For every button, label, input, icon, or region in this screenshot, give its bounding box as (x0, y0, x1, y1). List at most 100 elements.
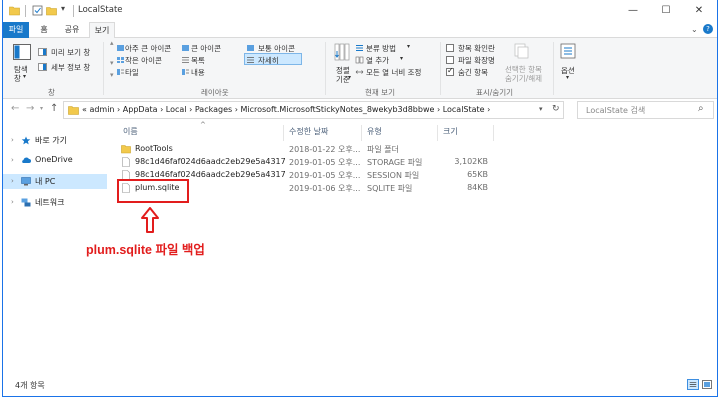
chevron-down-icon[interactable]: ▾ (23, 73, 26, 80)
forward-arrow-icon[interactable]: → (26, 103, 34, 114)
up-arrow-icon[interactable]: ↑ (50, 103, 58, 114)
network-icon (21, 198, 31, 207)
nav-item-onedrive[interactable]: › OneDrive (3, 153, 107, 168)
recent-locations-icon[interactable]: ▾ (40, 105, 43, 112)
tab-home[interactable]: 홈 (33, 22, 55, 38)
details-pane-icon[interactable] (38, 63, 47, 71)
tiles-icon (117, 69, 124, 75)
hidden-items-label[interactable]: 숨긴 항목 (458, 67, 488, 78)
star-icon (21, 136, 31, 145)
layout-large-icons[interactable]: 큰 아이콘 (191, 43, 221, 54)
navigation-bar: ← → ▾ ↑ « admin › AppData › Local › Pack… (3, 99, 717, 121)
column-header-type[interactable]: 유형 (367, 126, 382, 140)
file-name[interactable]: 98c1d46faf024d6aadc2eb29e5a4317c.s... (135, 157, 285, 166)
chevron-down-icon[interactable]: ⌄ (691, 25, 698, 34)
column-separator[interactable] (437, 125, 438, 141)
tab-share[interactable]: 공유 (59, 22, 85, 38)
layout-list[interactable]: 목록 (191, 55, 205, 66)
navigation-pane-icon[interactable] (13, 44, 31, 60)
close-button[interactable]: ✕ (683, 0, 715, 22)
scroll-up-icon[interactable]: ▴ (110, 39, 114, 47)
extra-large-icons-icon (117, 45, 124, 51)
new-folder-icon[interactable] (46, 5, 57, 16)
options-icon[interactable] (560, 43, 578, 61)
nav-item-quick-access[interactable]: › 바로 가기 (3, 133, 107, 148)
chevron-right-icon[interactable]: › (11, 136, 14, 144)
add-columns-button[interactable]: 열 추가 (366, 55, 389, 66)
layout-tiles[interactable]: 타일 (125, 67, 139, 78)
item-count: 4개 항목 (15, 381, 45, 390)
address-bar[interactable]: « admin › AppData › Local › Packages › M… (63, 101, 564, 119)
file-name[interactable]: RootTools (135, 144, 285, 153)
refresh-icon[interactable]: ↻ (552, 104, 560, 114)
nav-item-label: 내 PC (35, 177, 56, 186)
ribbon-separator (440, 42, 441, 95)
maximize-button[interactable]: ☐ (650, 0, 682, 22)
details-pane-label[interactable]: 세부 정보 창 (51, 62, 90, 73)
preview-pane-label[interactable]: 미리 보기 창 (51, 47, 90, 58)
column-header-name[interactable]: 이름 (123, 126, 138, 140)
chevron-down-icon[interactable]: ▾ (407, 43, 410, 50)
up-arrow-icon (141, 207, 159, 233)
chevron-right-icon[interactable]: › (11, 177, 14, 185)
column-header-date[interactable]: 수정한 날짜 (289, 126, 328, 140)
folder-icon (121, 145, 131, 154)
column-separator[interactable] (493, 125, 494, 141)
chevron-down-icon[interactable]: ▾ (400, 55, 403, 62)
item-checkboxes-checkbox[interactable] (446, 44, 454, 52)
layout-extra-large-icons[interactable]: 아주 큰 아이콘 (125, 43, 171, 54)
nav-item-this-pc[interactable]: › 내 PC (3, 174, 107, 189)
scroll-down-icon[interactable]: ▾ (110, 59, 114, 67)
details-view-icon[interactable] (687, 379, 699, 390)
chevron-down-icon[interactable]: ▾ (348, 74, 351, 81)
sort-by-icon[interactable] (334, 43, 350, 61)
file-size: 3,102KB (454, 157, 488, 166)
content-icon (182, 69, 189, 75)
size-all-columns-button[interactable]: 모든 열 너비 조정 (366, 67, 421, 78)
layout-details[interactable]: 자세히 (258, 55, 279, 66)
column-header-size[interactable]: 크기 (443, 126, 458, 140)
chevron-right-icon[interactable]: › (11, 198, 14, 206)
tab-view[interactable]: 보기 (89, 22, 115, 39)
column-separator[interactable] (361, 125, 362, 141)
hidden-items-checkbox[interactable] (446, 66, 454, 76)
tab-file[interactable]: 파일 (3, 22, 29, 38)
large-icons-view-icon[interactable] (701, 379, 713, 390)
breadcrumb[interactable]: « admin › AppData › Local › Packages › M… (82, 105, 490, 114)
nav-item-label: OneDrive (35, 155, 73, 164)
minimize-button[interactable]: — (617, 0, 649, 22)
hide-selected-label-2[interactable]: 숨기기/해제 (505, 73, 542, 84)
preview-pane-icon[interactable] (38, 48, 47, 56)
search-box[interactable]: LocalState 검색 ⌕ (577, 101, 714, 119)
highlight-box (117, 179, 189, 203)
layout-content[interactable]: 내용 (191, 67, 205, 78)
folder-icon (68, 106, 79, 115)
chevron-down-icon[interactable]: ▾ (566, 74, 569, 81)
column-separator[interactable] (283, 125, 284, 141)
small-icons-icon (117, 57, 124, 63)
file-extensions-label[interactable]: 파일 확장명 (458, 55, 495, 66)
help-icon[interactable]: ? (703, 24, 713, 34)
navigation-pane-label-2[interactable]: 창 (14, 73, 21, 84)
search-placeholder[interactable]: LocalState 검색 (586, 105, 645, 116)
chevron-down-icon[interactable]: ▾ (539, 105, 543, 113)
hide-selected-icon[interactable] (513, 43, 529, 59)
properties-icon[interactable] (32, 5, 43, 16)
chevron-right-icon[interactable]: › (11, 156, 14, 164)
group-by-button[interactable]: 분류 방법 (366, 43, 396, 54)
table-row[interactable]: RootTools 2018-01-22 오후... 파일 폴더 (117, 143, 497, 156)
layout-small-icons[interactable]: 작은 아이콘 (125, 55, 162, 66)
file-extensions-checkbox[interactable] (446, 56, 454, 64)
folder-icon[interactable] (9, 5, 20, 16)
file-date: 2019-01-06 오후... (289, 184, 361, 193)
quick-access-dropdown-icon[interactable]: ▾ (61, 4, 65, 13)
ribbon-view: 탐색 창 ▾ 미리 보기 창 세부 정보 창 창 ▴ ▾ ▾ 아주 큰 아이콘 … (3, 38, 717, 99)
expand-gallery-icon[interactable]: ▾ (110, 71, 114, 79)
file-name[interactable]: 98c1d46faf024d6aadc2eb29e5a4317c.s... (135, 170, 285, 179)
nav-item-network[interactable]: › 네트워크 (3, 195, 107, 210)
item-checkboxes-label[interactable]: 항목 확인란 (458, 43, 495, 54)
back-arrow-icon[interactable]: ← (11, 103, 19, 114)
search-icon[interactable]: ⌕ (698, 103, 704, 114)
ribbon-separator (553, 42, 554, 95)
table-row[interactable]: 98c1d46faf024d6aadc2eb29e5a4317c.s... 20… (117, 156, 497, 169)
